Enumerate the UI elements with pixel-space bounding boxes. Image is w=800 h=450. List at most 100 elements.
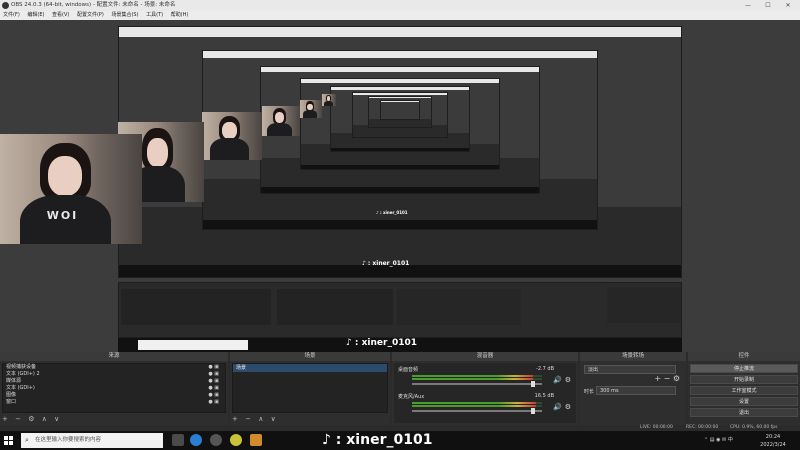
scenes-title: 场景	[230, 352, 390, 361]
volume-slider[interactable]	[412, 381, 542, 387]
webcam-frame-7	[300, 100, 322, 118]
volume-slider[interactable]	[412, 408, 542, 414]
obs-taskbar-icon[interactable]	[210, 434, 222, 446]
sources-dock: 来源 视频捕获设备 ● ▣ 文本 (GDI+) 2 ● ▣ 媒体源 ● ▣ 文本 (G…	[0, 352, 228, 425]
move-down-button[interactable]: ∨	[54, 415, 59, 423]
folder-taskbar-icon[interactable]	[250, 434, 262, 446]
preview-canvas[interactable]: OBS 24.0.3 (64-bit, windows) - 配置文件: 未命名…	[0, 20, 800, 352]
exit-button[interactable]: 退出	[690, 408, 798, 417]
menu-file[interactable]: 文件(F)	[3, 12, 20, 18]
speaker-icon[interactable]: 🔊	[553, 403, 562, 411]
speaker-icon[interactable]: 🔊	[553, 376, 562, 384]
visibility-icon[interactable]: ● ▣	[208, 385, 219, 392]
menu-edit[interactable]: 编辑(E)	[27, 12, 44, 18]
menu-bar: 文件(F) 编辑(E) 查看(V) 配置文件(P) 场景集合(S) 工具(T) …	[0, 11, 800, 20]
visibility-icon[interactable]: ● ▣	[208, 392, 219, 399]
menu-tools[interactable]: 工具(T)	[146, 12, 163, 18]
title-bar: OBS 24.0.3 (64-bit, windows) - 配置文件: 未命名…	[0, 0, 800, 11]
duration-input[interactable]: 300 ms	[596, 386, 676, 395]
scene-move-down-button[interactable]: ∨	[271, 415, 276, 423]
channel-gear-icon[interactable]: ⚙	[565, 403, 571, 411]
source-item[interactable]: 媒体源 ● ▣	[3, 378, 225, 385]
sources-list[interactable]: 视频捕获设备 ● ▣ 文本 (GDI+) 2 ● ▣ 媒体源 ● ▣ 文本 (GDI+…	[2, 363, 226, 413]
audio-meter	[412, 405, 542, 407]
channel-db: 16.5 dB	[534, 393, 554, 399]
visibility-icon[interactable]: ● ▣	[208, 364, 219, 371]
watermark-main: ♪ : xiner_0101	[322, 432, 433, 448]
menu-scene-collection[interactable]: 场景集合(S)	[111, 12, 138, 18]
webcam-frame-5	[202, 112, 262, 160]
search-icon: ⌕	[25, 436, 29, 444]
add-scene-button[interactable]: +	[232, 415, 238, 423]
source-properties-gear-icon[interactable]: ⚙	[28, 415, 34, 423]
webcam-frame-8	[322, 94, 336, 106]
mixer-channel-desktop: 桌面音频 -2.7 dB 🔊 ⚙	[398, 366, 572, 390]
channel-gear-icon[interactable]: ⚙	[565, 376, 571, 384]
windows-taskbar: ⌕ 在这里输入你要搜索的内容 ♪ : xiner_0101 ⌃ ▤ ◉ ✉ 中 …	[0, 431, 800, 450]
webcam-frame-main: WOI	[0, 134, 142, 244]
scenes-footer: + − ∧ ∨	[232, 415, 281, 423]
channel-db: -2.7 dB	[536, 366, 554, 372]
taskbar-search-box[interactable]: ⌕ 在这里输入你要搜索的内容	[21, 433, 163, 448]
transitions-title: 场景转场	[580, 352, 686, 361]
start-recording-button[interactable]: 开始录制	[690, 375, 798, 384]
clock[interactable]: 20:24 2022/3/24	[756, 433, 790, 450]
source-item[interactable]: 窗口 ● ▣	[3, 399, 225, 406]
mixer-channel-mic: 麦克风/Aux 16.5 dB 🔊 ⚙	[398, 393, 572, 417]
transition-gear-icon[interactable]: ⚙	[673, 374, 680, 383]
close-button[interactable]: ✕	[778, 0, 798, 11]
scene-move-up-button[interactable]: ∧	[258, 415, 263, 423]
window-title: OBS 24.0.3 (64-bit, windows) - 配置文件: 未命名…	[11, 2, 176, 8]
webcam-frame-6	[262, 106, 300, 136]
sources-title: 来源	[0, 352, 228, 361]
scene-item-selected[interactable]: 场景	[233, 364, 387, 372]
windows-start-icon[interactable]	[4, 436, 13, 445]
task-view-icon[interactable]	[172, 434, 184, 446]
visibility-icon[interactable]: ● ▣	[208, 399, 219, 406]
maximize-button[interactable]: ☐	[758, 0, 778, 11]
nested-taskbar-1: ♪ : xiner_0101	[118, 338, 682, 352]
channel-name: 桌面音频	[398, 367, 419, 373]
channel-name: 麦克风/Aux	[398, 394, 425, 400]
mixer-title: 混音器	[392, 352, 578, 361]
menu-profile[interactable]: 配置文件(P)	[77, 12, 104, 18]
minimize-button[interactable]: —	[738, 0, 758, 11]
settings-button[interactable]: 设置	[690, 397, 798, 406]
edge-browser-icon[interactable]	[190, 434, 202, 446]
audio-meter	[412, 378, 542, 380]
remove-scene-button[interactable]: −	[245, 415, 251, 423]
add-transition-button[interactable]: +	[654, 374, 661, 383]
add-source-button[interactable]: +	[2, 415, 8, 423]
nested-window-8	[380, 100, 420, 120]
watermark-nested-taskbar: ♪ : xiner_0101	[346, 338, 417, 348]
source-item[interactable]: 图像 ● ▣	[3, 392, 225, 399]
audio-meter	[412, 402, 542, 404]
watermark-nested-2: ♪ : xiner_0101	[376, 210, 408, 215]
menu-help[interactable]: 帮助(H)	[171, 12, 189, 18]
transition-select[interactable]: 淡出	[584, 365, 676, 374]
mixer-dock: 混音器 桌面音频 -2.7 dB 🔊 ⚙ 麦克风/Aux 16.5 dB 🔊 ⚙	[392, 352, 578, 425]
watermark-nested-1: ♪ : xiner_0101	[362, 260, 410, 267]
remove-source-button[interactable]: −	[15, 415, 21, 423]
scenes-list[interactable]: 场景	[232, 363, 388, 413]
source-item[interactable]: 文本 (GDI+) 2 ● ▣	[3, 371, 225, 378]
stop-streaming-button[interactable]: 停止推流	[690, 364, 798, 373]
source-item[interactable]: 文本 (GDI+) ● ▣	[3, 385, 225, 392]
source-item[interactable]: 视频捕获设备 ● ▣	[3, 364, 225, 371]
remove-transition-button[interactable]: −	[664, 374, 671, 383]
app-taskbar-icon[interactable]	[230, 434, 242, 446]
visibility-icon[interactable]: ● ▣	[208, 371, 219, 378]
scenes-dock: 场景 场景 + − ∧ ∨	[230, 352, 390, 425]
studio-mode-button[interactable]: 工作室模式	[690, 386, 798, 395]
duration-label: 时长	[584, 389, 595, 395]
audio-meter	[412, 375, 542, 377]
system-tray[interactable]: ⌃ ▤ ◉ ✉ 中	[704, 431, 733, 450]
transition-buttons: + − ⚙	[654, 374, 680, 383]
visibility-icon[interactable]: ● ▣	[208, 378, 219, 385]
shirt-text: WOI	[46, 208, 79, 222]
sources-footer: + − ⚙ ∧ ∨	[2, 415, 64, 423]
transitions-dock: 场景转场 淡出 + − ⚙ 时长 300 ms	[580, 352, 686, 425]
menu-view[interactable]: 查看(V)	[52, 12, 69, 18]
obs-window: OBS 24.0.3 (64-bit, windows) - 配置文件: 未命名…	[0, 0, 800, 450]
move-up-button[interactable]: ∧	[42, 415, 47, 423]
